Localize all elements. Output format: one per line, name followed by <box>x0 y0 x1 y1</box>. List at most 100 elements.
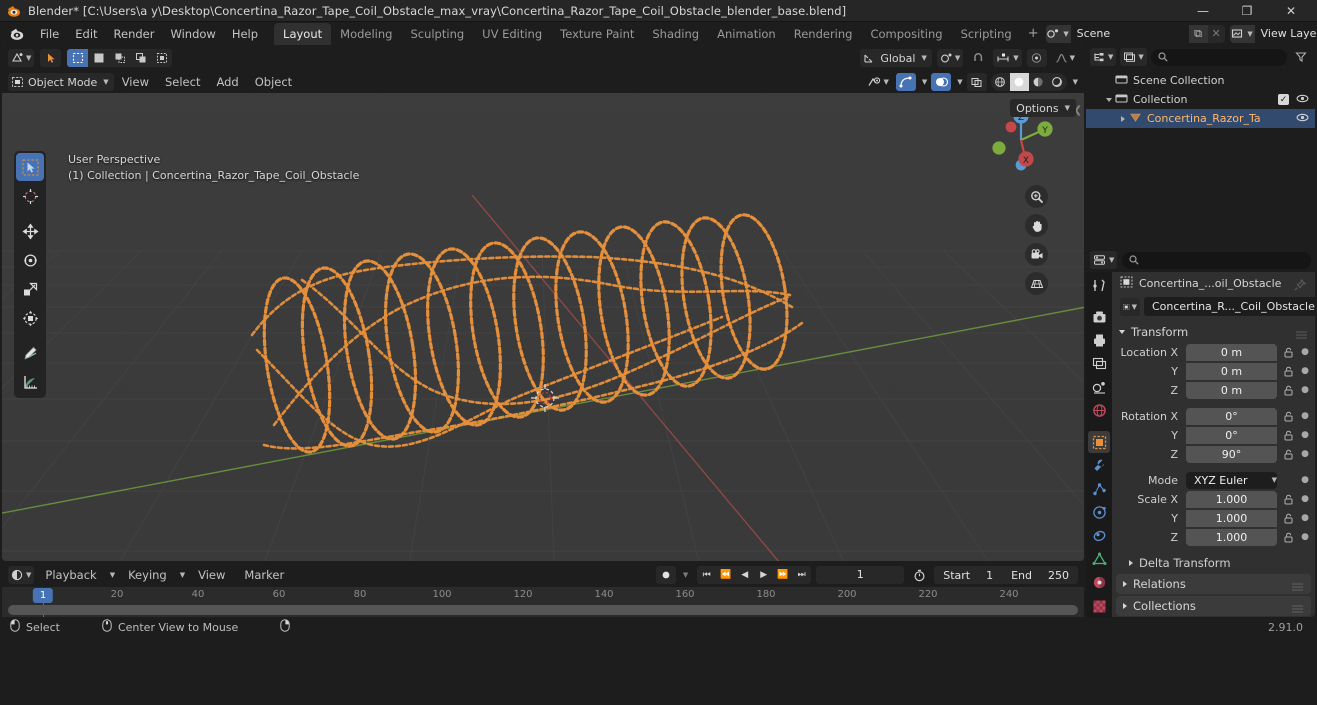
menu-help[interactable]: Help <box>224 24 266 44</box>
timeline-menu-view[interactable]: View <box>190 565 233 585</box>
animate-property-dot[interactable]: ● <box>1299 366 1311 376</box>
minimize-button[interactable]: — <box>1181 0 1225 22</box>
outliner-tree[interactable]: Scene Collection Collection ✓ Concertina… <box>1086 69 1315 246</box>
pivot-point-selector[interactable]: ▼ <box>936 49 964 67</box>
use-preview-range-icon[interactable] <box>909 566 929 584</box>
cursor-tool[interactable] <box>16 182 44 210</box>
scale-x-field[interactable]: 1.000 <box>1186 490 1277 508</box>
rotation-z-field[interactable]: 90° <box>1186 445 1277 463</box>
timeline-menu-playback[interactable]: Playback <box>37 565 104 585</box>
constraints-tab[interactable] <box>1088 525 1110 546</box>
timeline-scrollbar[interactable] <box>8 605 1078 615</box>
viewport-menu-select[interactable]: Select <box>157 72 208 92</box>
camera-view-icon[interactable] <box>1025 243 1048 266</box>
timeline-menu-keying[interactable]: Keying <box>120 565 175 585</box>
viewport-menu-view[interactable]: View <box>114 72 157 92</box>
playhead[interactable]: 1 <box>32 588 54 603</box>
new-scene-button[interactable]: ⧉ <box>1188 24 1208 43</box>
viewlayer-selector[interactable]: ▼ View Layer ⧉ ✕ <box>1229 24 1317 43</box>
tweak-select-tool[interactable] <box>16 153 44 181</box>
eye-icon[interactable] <box>1296 93 1309 107</box>
relations-panel[interactable]: Relations <box>1116 574 1311 594</box>
timeline-editor-type-icon[interactable]: ▼ <box>8 566 35 584</box>
location-y-field[interactable]: 0 m <box>1186 362 1277 380</box>
end-frame-field[interactable]: End 250 <box>1002 566 1078 584</box>
workspace-tab-uv-editing[interactable]: UV Editing <box>473 23 551 46</box>
close-button[interactable]: ✕ <box>1269 0 1313 22</box>
properties-editor-type-icon[interactable]: ▼ <box>1090 251 1118 269</box>
transform-orientation-selector[interactable]: Global ▼ <box>860 49 932 67</box>
gizmo-toggle-icon[interactable] <box>895 73 916 91</box>
output-tab[interactable] <box>1088 330 1110 351</box>
transform-panel-header[interactable]: Transform <box>1112 322 1315 342</box>
jump-to-start-button[interactable]: ⏮ <box>697 566 716 584</box>
panel-expand-icon[interactable] <box>1119 330 1125 334</box>
workspace-tab-sculpting[interactable]: Sculpting <box>401 23 473 46</box>
animate-property-dot[interactable]: ● <box>1299 494 1311 504</box>
lock-icon[interactable] <box>1281 430 1295 441</box>
overlays-toggle-icon[interactable] <box>931 73 952 91</box>
lock-icon[interactable] <box>1281 513 1295 524</box>
properties-tab-strip[interactable] <box>1086 272 1112 617</box>
menu-render[interactable]: Render <box>106 24 163 44</box>
wireframe-shading-icon[interactable] <box>991 73 1010 91</box>
lock-icon[interactable] <box>1281 411 1295 422</box>
menu-edit[interactable]: Edit <box>67 24 105 44</box>
lock-icon[interactable] <box>1281 449 1295 460</box>
workspace-tab-modeling[interactable]: Modeling <box>331 23 401 46</box>
location-z-field[interactable]: 0 m <box>1186 381 1277 399</box>
timeline-ruler[interactable]: 20 40 60 80 100 120 140 160 180 200 220 … <box>2 587 1084 617</box>
outliner-search-input[interactable] <box>1150 48 1287 66</box>
start-frame-field[interactable]: Start 1 <box>934 566 1002 584</box>
frame-range-fields[interactable]: Start 1 End 250 <box>934 566 1078 584</box>
animate-property-dot[interactable]: ● <box>1299 513 1311 523</box>
visibility-icon[interactable]: ▼ <box>864 73 891 91</box>
auto-keying-button[interactable] <box>655 566 676 584</box>
gizmo-toggle-group[interactable] <box>40 49 62 67</box>
view-layer-tab[interactable] <box>1088 353 1110 374</box>
disclosure-triangle-icon[interactable] <box>1116 115 1129 122</box>
shading-mode-group[interactable] <box>990 73 1067 91</box>
unlink-scene-button[interactable]: ✕ <box>1208 25 1225 43</box>
cursor-select-toggle[interactable] <box>40 49 61 67</box>
outliner-editor-type-icon[interactable]: ▼ <box>1090 48 1117 66</box>
properties-search-input[interactable] <box>1122 251 1311 269</box>
workspace-tab-shading[interactable]: Shading <box>643 23 708 46</box>
add-workspace-button[interactable]: + <box>1021 24 1046 43</box>
properties-editor[interactable]: ▼ Concertina_...oil_Obstacle ▼ Concertin… <box>1086 248 1315 617</box>
outliner-display-mode-icon[interactable]: ▼ <box>1120 48 1147 66</box>
editor-type-icon[interactable]: ▼ <box>8 49 35 67</box>
scale-z-field[interactable]: 1.000 <box>1186 528 1277 546</box>
rotate-tool[interactable] <box>16 246 44 274</box>
animate-property-dot[interactable]: ● <box>1299 449 1311 459</box>
collections-panel[interactable]: Collections <box>1116 596 1311 616</box>
next-keyframe-button[interactable]: ⏩ <box>773 566 792 584</box>
panel-expand-icon[interactable] <box>1123 603 1127 609</box>
scene-selector[interactable]: ▼ Scene ⧉ ✕ <box>1045 24 1225 43</box>
workspace-tab-layout[interactable]: Layout <box>274 23 332 46</box>
pin-icon[interactable] <box>1294 278 1307 290</box>
object-datablock-icon[interactable]: ▼ <box>1120 297 1140 316</box>
rotation-x-field[interactable]: 0° <box>1186 407 1277 425</box>
workspace-tab-texture-paint[interactable]: Texture Paint <box>551 23 643 46</box>
rotation-mode-selector[interactable]: XYZ Euler ▼ <box>1186 471 1277 489</box>
outliner-row-collection[interactable]: Collection ✓ <box>1086 90 1315 109</box>
menu-file[interactable]: File <box>32 24 67 44</box>
object-data-tab[interactable] <box>1088 549 1110 570</box>
filter-icon[interactable] <box>1291 48 1311 66</box>
measure-tool[interactable] <box>16 368 44 396</box>
object-tab[interactable] <box>1088 431 1110 453</box>
snap-target-selector[interactable]: ▼ <box>993 49 1022 67</box>
location-x-field[interactable]: 0 m <box>1186 343 1277 361</box>
pan-hand-icon[interactable] <box>1025 214 1048 237</box>
workspace-tab-rendering[interactable]: Rendering <box>785 23 862 46</box>
xray-toggle-icon[interactable] <box>966 73 987 91</box>
annotate-tool[interactable] <box>16 339 44 367</box>
falloff-curve-icon[interactable]: ▼ <box>1052 49 1078 67</box>
particles-tab[interactable] <box>1088 478 1110 499</box>
scale-tool[interactable] <box>16 275 44 303</box>
scale-y-field[interactable]: 1.000 <box>1186 509 1277 527</box>
render-tab[interactable] <box>1088 306 1110 327</box>
lock-icon[interactable] <box>1281 532 1295 543</box>
collection-exclude-checkbox[interactable]: ✓ <box>1278 94 1289 105</box>
